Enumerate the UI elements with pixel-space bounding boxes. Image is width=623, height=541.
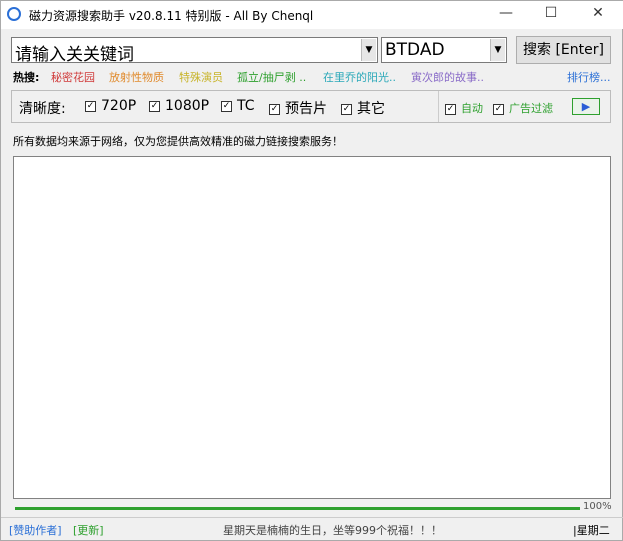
keyword-text: 请输入关关键词	[15, 45, 134, 65]
source-select[interactable]: BTDAD ▼	[381, 37, 507, 63]
checkbox-trailer[interactable]: ✓ 预告片	[269, 98, 327, 118]
hot-link[interactable]: 在里乔的阳光..	[323, 69, 396, 85]
hot-link[interactable]: 秘密花园	[51, 69, 95, 85]
close-button[interactable]: ✕	[583, 5, 613, 25]
window-title: 磁力资源搜索助手 v20.8.11 特别版 - All By Chenql	[29, 9, 314, 23]
source-value: BTDAD	[385, 40, 445, 60]
checkbox-tc[interactable]: ✓ TC	[221, 98, 255, 114]
chevron-down-icon[interactable]: ▼	[490, 39, 505, 61]
results-list[interactable]	[13, 156, 611, 499]
hot-link[interactable]: 孤立/抽尸剥 ..	[237, 69, 306, 85]
title-bar: 磁力资源搜索助手 v20.8.11 特别版 - All By Chenql — …	[1, 1, 623, 29]
progress-label: 100%	[583, 501, 612, 512]
sponsor-link[interactable]: [赞助作者]	[9, 522, 62, 538]
app-search-icon	[7, 7, 21, 21]
hot-label: 热搜:	[13, 71, 40, 84]
play-button[interactable]: ▶	[572, 98, 600, 115]
search-button[interactable]: 搜索 [Enter]	[516, 36, 611, 64]
keyword-input[interactable]: 请输入关关键词 ▼	[11, 37, 378, 65]
ranking-link[interactable]: 排行榜...	[567, 69, 611, 85]
status-message: 星期天是楠楠的生日，坐等999个祝福！！！	[223, 524, 442, 537]
hot-link[interactable]: 特殊演员	[179, 69, 223, 85]
checkbox-720p[interactable]: ✓ 720P	[85, 98, 136, 114]
weekday-label: |星期二	[573, 524, 610, 537]
notice-text: 所有数据均来源于网络，仅为您提供高效精准的磁力链接搜索服务！	[13, 135, 343, 148]
checkbox-adfilter[interactable]: ✓ 广告过滤	[493, 100, 553, 116]
minimize-button[interactable]: —	[491, 5, 521, 25]
play-icon: ▶	[581, 100, 591, 113]
quality-label: 清晰度:	[19, 101, 66, 117]
hot-link[interactable]: 寅次郎的故事..	[411, 69, 484, 85]
checkbox-auto[interactable]: ✓ 自动	[445, 100, 483, 116]
maximize-button[interactable]: ☐	[536, 5, 566, 25]
hot-link[interactable]: 放射性物质	[109, 69, 164, 85]
checkbox-1080p[interactable]: ✓ 1080P	[149, 98, 209, 114]
checkbox-other[interactable]: ✓ 其它	[341, 98, 385, 118]
update-link[interactable]: [更新]	[73, 522, 104, 538]
chevron-down-icon[interactable]: ▼	[361, 39, 376, 61]
progress-bar	[15, 507, 580, 510]
